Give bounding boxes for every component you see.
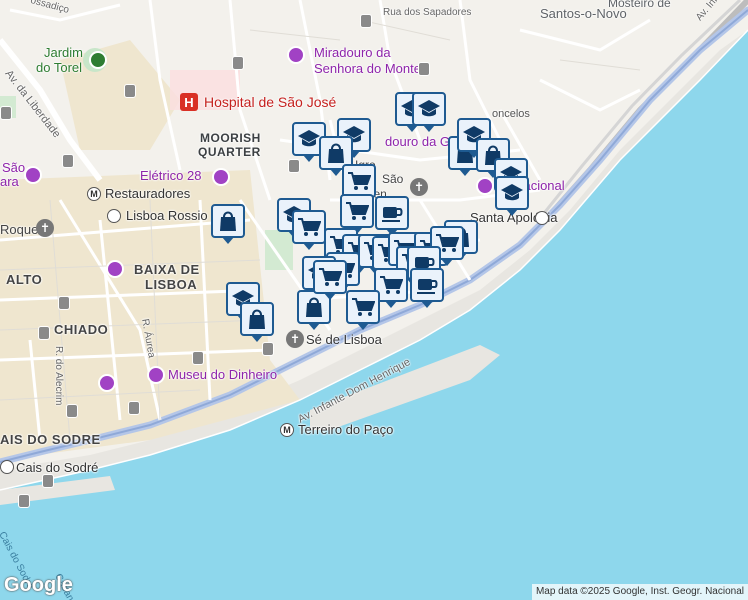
place-label-igreja-2: São bbox=[382, 172, 404, 186]
museum-icon[interactable] bbox=[106, 260, 124, 278]
map-marker-cart[interactable] bbox=[346, 290, 380, 330]
map-marker-cart[interactable] bbox=[340, 194, 374, 234]
shopping-cart-icon bbox=[297, 215, 321, 239]
bus-stop-icon[interactable] bbox=[58, 296, 70, 310]
museum-icon[interactable] bbox=[98, 374, 116, 392]
area-label-alto: ALTO bbox=[6, 272, 43, 287]
street-label-concelhos: oncelos bbox=[492, 108, 530, 120]
station-label-lisboa-rossio: Lisboa Rossio bbox=[126, 208, 208, 223]
map-attribution[interactable]: Map data ©2025 Google, Inst. Geogr. Naci… bbox=[531, 584, 748, 600]
poi-label-museu-dinheiro: Museu do Dinheiro bbox=[168, 367, 278, 382]
museum-icon[interactable] bbox=[147, 366, 165, 384]
map-marker-shopping[interactable] bbox=[211, 204, 245, 244]
graduation-cap-icon bbox=[297, 127, 321, 151]
shopping-cart-icon bbox=[345, 199, 369, 223]
church-icon[interactable]: ✝ bbox=[36, 219, 54, 237]
shopping-bag-icon bbox=[324, 141, 348, 165]
street-label-rua-sapadores: Rua dos Sapadores bbox=[383, 7, 472, 18]
metro-label-terreiro: Terreiro do Paço bbox=[298, 422, 394, 437]
place-label-santos-o-novo: Santos-o-Novo bbox=[540, 6, 627, 21]
viewpoint-icon[interactable] bbox=[287, 46, 305, 64]
bus-stop-icon[interactable] bbox=[42, 474, 54, 488]
church-icon[interactable]: ✝ bbox=[410, 178, 428, 196]
bus-stop-icon[interactable] bbox=[128, 401, 140, 415]
poi-label-miradouro-monte-1: Miradouro da bbox=[314, 45, 391, 60]
hospital-icon[interactable]: H bbox=[180, 93, 198, 111]
poi-label-eletrico-28: Elétrico 28 bbox=[140, 168, 202, 183]
shopping-cart-icon bbox=[347, 169, 371, 193]
bus-stop-icon[interactable] bbox=[0, 106, 12, 120]
bus-stop-icon[interactable] bbox=[232, 56, 244, 70]
shopping-bag-icon bbox=[245, 307, 269, 331]
bus-stop-icon[interactable] bbox=[66, 404, 78, 418]
coffee-cup-icon bbox=[380, 201, 404, 225]
shopping-bag-icon bbox=[216, 209, 240, 233]
coffee-cup-icon bbox=[415, 273, 439, 297]
metro-icon-terreiro[interactable]: M bbox=[280, 423, 294, 437]
park-label-jardim: Jardim bbox=[44, 45, 84, 60]
map-marker-cafe[interactable] bbox=[410, 268, 444, 308]
monument-icon[interactable] bbox=[476, 177, 494, 195]
map-marker-school[interactable] bbox=[495, 176, 529, 216]
bus-stop-icon[interactable] bbox=[62, 154, 74, 168]
poi-label-sao: São bbox=[2, 160, 26, 175]
park-icon[interactable] bbox=[89, 51, 107, 69]
metro-icon-restauradores[interactable]: M bbox=[87, 187, 101, 201]
google-logo[interactable]: Google bbox=[4, 574, 73, 597]
map-marker-shopping[interactable] bbox=[240, 302, 274, 342]
map-marker-cart[interactable] bbox=[342, 164, 376, 204]
shopping-cart-icon bbox=[351, 295, 375, 319]
bus-stop-icon[interactable] bbox=[262, 342, 274, 356]
hospital-label: Hospital de São José bbox=[204, 94, 337, 110]
poi-label-ara: ara bbox=[0, 174, 19, 189]
area-label-moorish: MOORISH bbox=[200, 131, 261, 145]
bus-stop-icon[interactable] bbox=[192, 351, 204, 365]
place-label-se-lisboa: Sé de Lisboa bbox=[306, 332, 382, 347]
area-label-cais-sodre: AIS DO SODRE bbox=[0, 432, 101, 447]
street-label-alecrim: R. do Alecrim bbox=[53, 346, 64, 406]
shopping-cart-icon bbox=[379, 273, 403, 297]
place-label-roque: Roque bbox=[0, 222, 39, 237]
graduation-cap-icon bbox=[500, 181, 524, 205]
station-label-cais-sodre: Cais do Sodré bbox=[16, 460, 99, 475]
map-marker-school[interactable] bbox=[412, 92, 446, 132]
train-icon-rossio[interactable] bbox=[107, 209, 121, 223]
map-marker-cart[interactable] bbox=[292, 210, 326, 250]
bus-stop-icon[interactable] bbox=[360, 14, 372, 28]
area-label-baixa-1: BAIXA DE bbox=[134, 262, 200, 277]
tram-icon[interactable] bbox=[212, 168, 230, 186]
map-marker-cafe[interactable] bbox=[375, 196, 409, 236]
train-icon-cais-sodre[interactable] bbox=[0, 460, 14, 474]
shopping-bag-icon bbox=[302, 295, 326, 319]
metro-label-restauradores: Restauradores bbox=[105, 186, 191, 201]
area-label-quarter: QUARTER bbox=[198, 145, 261, 159]
park-label-do-torel: do Torel bbox=[36, 60, 83, 75]
graduation-cap-icon bbox=[417, 97, 441, 121]
area-label-chiado: CHIADO bbox=[54, 322, 109, 337]
map-canvas[interactable]: Rua dos Sapadores Mosteiro de Santos-o-N… bbox=[0, 0, 748, 600]
museum-icon[interactable] bbox=[24, 166, 42, 184]
train-icon-santa-apolonia[interactable] bbox=[535, 211, 549, 225]
cathedral-icon[interactable]: ✝ bbox=[286, 330, 304, 348]
bus-stop-icon[interactable] bbox=[418, 62, 430, 76]
bus-stop-icon[interactable] bbox=[288, 159, 300, 173]
map-marker-cart[interactable] bbox=[313, 260, 347, 300]
poi-label-miradouro-monte-2: Senhora do Monte bbox=[314, 61, 421, 76]
bus-stop-icon[interactable] bbox=[18, 494, 30, 508]
bus-stop-icon[interactable] bbox=[124, 84, 136, 98]
shopping-cart-icon bbox=[318, 265, 342, 289]
bus-stop-icon[interactable] bbox=[38, 326, 50, 340]
area-label-baixa-2: LISBOA bbox=[145, 277, 198, 292]
